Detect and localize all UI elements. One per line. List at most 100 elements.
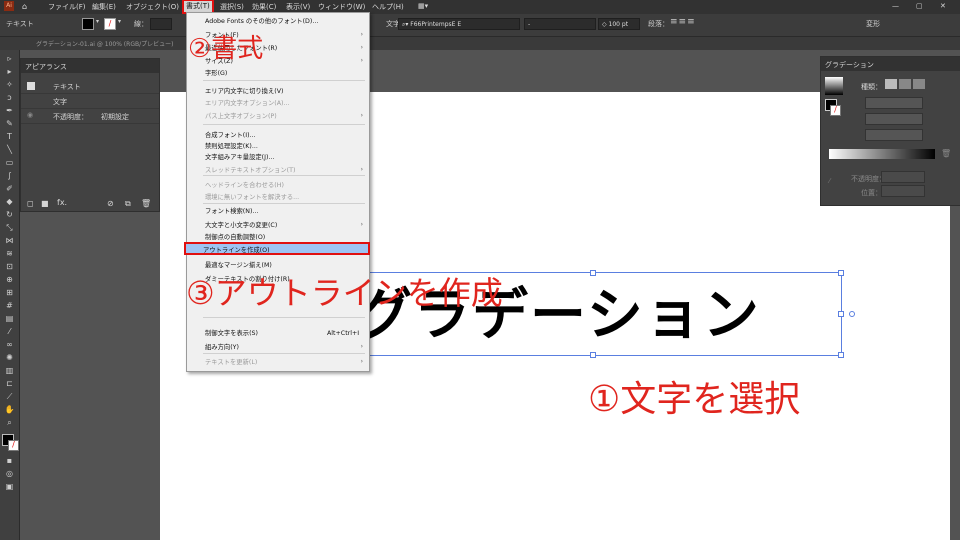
pen-tool-icon[interactable]: ✒ bbox=[3, 106, 16, 116]
gradient-tool-icon[interactable]: ▤ bbox=[3, 314, 16, 324]
linear-gradient-icon[interactable] bbox=[885, 79, 897, 89]
resize-handle[interactable] bbox=[838, 270, 844, 276]
fill-swatch[interactable] bbox=[82, 18, 94, 30]
maximize-icon[interactable]: ▢ bbox=[916, 2, 923, 10]
menu-item[interactable]: フォント検索(N)... bbox=[205, 207, 258, 216]
menu-effect[interactable]: 効果(C) bbox=[252, 2, 276, 12]
resize-handle[interactable] bbox=[838, 352, 844, 358]
menu-item[interactable]: 大文字と小文字の変更(C) bbox=[205, 221, 277, 230]
lasso-icon[interactable]: ↄ bbox=[3, 93, 16, 103]
menu-item[interactable]: エリア内文字オプション(A)... bbox=[205, 99, 290, 108]
gradient-aspect-field[interactable] bbox=[865, 113, 923, 125]
eyedropper-icon[interactable]: ⁄ bbox=[3, 327, 16, 337]
menu-view[interactable]: 表示(V) bbox=[286, 2, 310, 12]
appearance-row-characters[interactable]: 文字 bbox=[21, 94, 159, 109]
menu-help[interactable]: ヘルプ(H) bbox=[372, 2, 404, 12]
menu-item[interactable]: 制御文字を表示(S) bbox=[205, 329, 258, 338]
warp-tool-icon[interactable]: ≋ bbox=[3, 249, 16, 259]
menu-item[interactable]: 合成フォント(I)... bbox=[205, 131, 256, 140]
magic-wand-icon[interactable]: ✧ bbox=[3, 80, 16, 90]
duplicate-icon[interactable]: ⧉ bbox=[125, 199, 131, 209]
menu-item[interactable]: エリア内文字に切り換え(V) bbox=[205, 87, 284, 96]
close-icon[interactable]: ✕ bbox=[940, 2, 946, 10]
paintbrush-icon[interactable]: ∫ bbox=[3, 171, 16, 181]
mesh-tool-icon[interactable]: # bbox=[3, 301, 16, 311]
menu-item[interactable]: ヘッドラインを合わせる(H) bbox=[205, 181, 284, 190]
graph-tool-icon[interactable]: ▥ bbox=[3, 366, 16, 376]
font-style-field[interactable]: - bbox=[524, 18, 596, 30]
artboard-tool-icon[interactable]: ⊏ bbox=[3, 379, 16, 389]
menu-item[interactable]: スレッドテキストオプション(T) bbox=[205, 166, 295, 175]
selection-tool-icon[interactable]: ▹ bbox=[3, 54, 16, 64]
menu-item[interactable]: 環境に無いフォントを解決する... bbox=[205, 193, 299, 202]
trash-icon[interactable]: 🗑 bbox=[941, 149, 951, 158]
stroke-none-icon[interactable]: / bbox=[104, 18, 116, 30]
slice-tool-icon[interactable]: ⟋ bbox=[3, 392, 16, 402]
clear-appearance-icon[interactable]: ⊘ bbox=[107, 199, 114, 208]
appearance-row-text[interactable]: テキスト bbox=[21, 79, 159, 94]
perspective-grid-icon[interactable]: ⊞ bbox=[3, 288, 16, 298]
resize-handle[interactable] bbox=[838, 311, 844, 317]
appearance-panel-title[interactable]: アピアランス bbox=[25, 62, 67, 72]
eyedropper-icon[interactable]: ⁄ bbox=[829, 177, 830, 185]
rotate-tool-icon[interactable]: ↻ bbox=[3, 210, 16, 220]
gradient-slider[interactable] bbox=[829, 149, 935, 159]
curvature-tool-icon[interactable]: ✎ bbox=[3, 119, 16, 129]
resize-handle[interactable] bbox=[590, 270, 596, 276]
font-size-field[interactable]: ◇ 100 pt bbox=[598, 18, 640, 30]
menu-type[interactable]: 書式(T) bbox=[182, 0, 214, 14]
gradient-position-field[interactable] bbox=[881, 185, 925, 197]
screen-mode-icon[interactable]: ▣ bbox=[3, 482, 16, 492]
new-fill-icon[interactable]: ■ bbox=[41, 199, 49, 208]
eye-icon[interactable]: ◉ bbox=[27, 111, 33, 119]
draw-mode-icon[interactable]: ◎ bbox=[3, 469, 16, 479]
color-mode-icon[interactable]: ▪ bbox=[3, 456, 16, 466]
workspace-icon[interactable]: ▦▾ bbox=[418, 2, 428, 10]
menu-item[interactable]: Adobe Fonts のその他のフォント(D)... bbox=[205, 17, 318, 26]
type-tool-icon[interactable]: T bbox=[3, 132, 16, 142]
document-tab[interactable]: グラデーション-01.ai @ 100% (RGB/プレビュー) bbox=[36, 39, 173, 48]
menu-item[interactable]: 文字組みアキ量設定(J)... bbox=[205, 153, 274, 162]
chevron-down-icon[interactable]: ▾ bbox=[118, 18, 121, 25]
menu-window[interactable]: ウィンドウ(W) bbox=[318, 2, 365, 12]
menu-item-create-outlines[interactable]: アウトラインを作成(O) bbox=[203, 245, 270, 254]
menu-item[interactable]: 禁則処理設定(K)... bbox=[205, 142, 258, 151]
symbol-sprayer-icon[interactable]: ✺ bbox=[3, 353, 16, 363]
stroke-color-icon[interactable]: / bbox=[8, 440, 19, 451]
freeform-gradient-icon[interactable] bbox=[913, 79, 925, 89]
fx-icon[interactable]: fx. bbox=[57, 198, 67, 207]
gradient-preview-swatch[interactable] bbox=[825, 77, 843, 95]
menu-item[interactable]: 制御点の自動調整(O) bbox=[205, 233, 265, 242]
width-tool-icon[interactable]: ⋈ bbox=[3, 236, 16, 246]
radial-gradient-icon[interactable] bbox=[899, 79, 911, 89]
blend-tool-icon[interactable]: ∞ bbox=[3, 340, 16, 350]
home-icon[interactable]: ⌂ bbox=[22, 2, 27, 11]
trash-icon[interactable]: 🗑 bbox=[141, 199, 151, 208]
align-buttons[interactable]: ≡≡≡ bbox=[670, 17, 696, 27]
free-transform-icon[interactable]: ⊡ bbox=[3, 262, 16, 272]
menu-item[interactable]: 組み方向(Y) bbox=[205, 343, 239, 352]
shaper-tool-icon[interactable]: ✐ bbox=[3, 184, 16, 194]
transform-label[interactable]: 変形 bbox=[866, 19, 880, 29]
shape-builder-icon[interactable]: ⊕ bbox=[3, 275, 16, 285]
stroke-weight-field[interactable] bbox=[150, 18, 172, 30]
eraser-icon[interactable]: ◆ bbox=[3, 197, 16, 207]
gradient-angle-field[interactable] bbox=[865, 97, 923, 109]
gradient-reverse-field[interactable] bbox=[865, 129, 923, 141]
minimize-icon[interactable]: — bbox=[892, 2, 899, 10]
text-thread-port[interactable] bbox=[849, 311, 855, 317]
chevron-down-icon[interactable]: ▾ bbox=[96, 18, 99, 25]
direct-selection-tool-icon[interactable]: ▸ bbox=[3, 67, 16, 77]
new-stroke-icon[interactable]: ◻ bbox=[27, 199, 34, 208]
hand-tool-icon[interactable]: ✋ bbox=[3, 405, 16, 415]
line-tool-icon[interactable]: ╲ bbox=[3, 145, 16, 155]
scale-tool-icon[interactable]: ⤡ bbox=[3, 223, 16, 233]
menu-file[interactable]: ファイル(F) bbox=[48, 2, 86, 12]
gradient-panel-title[interactable]: グラデーション bbox=[825, 60, 874, 70]
zoom-tool-icon[interactable]: ⌕ bbox=[3, 418, 16, 428]
menu-edit[interactable]: 編集(E) bbox=[92, 2, 116, 12]
resize-handle[interactable] bbox=[590, 352, 596, 358]
gradient-opacity-field[interactable] bbox=[881, 171, 925, 183]
stroke-color-icon[interactable]: / bbox=[830, 105, 841, 116]
appearance-row-opacity[interactable]: ◉ 不透明度： 初期設定 bbox=[21, 109, 159, 124]
